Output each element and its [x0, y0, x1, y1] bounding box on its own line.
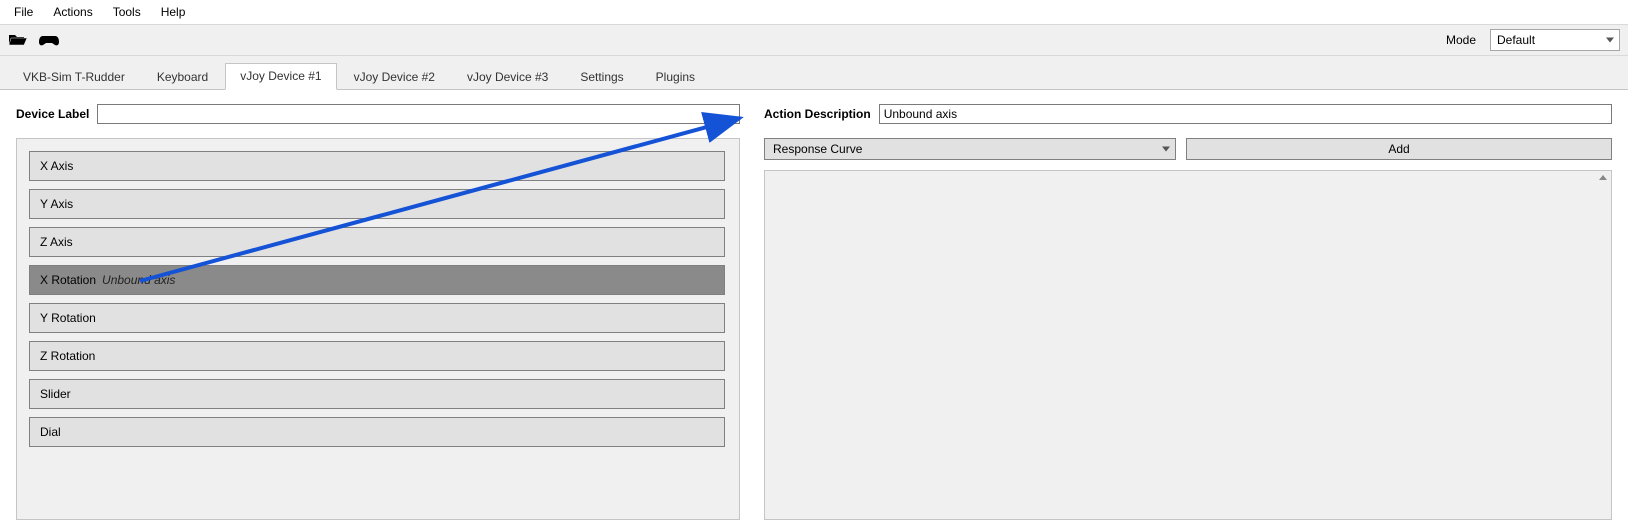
- axis-item-dial[interactable]: Dial: [29, 417, 725, 447]
- axis-item-z-axis[interactable]: Z Axis: [29, 227, 725, 257]
- menu-file[interactable]: File: [4, 2, 43, 22]
- menu-tools[interactable]: Tools: [103, 2, 151, 22]
- axis-item-x-rotation[interactable]: X Rotation Unbound axis: [29, 265, 725, 295]
- action-config-panel: [764, 170, 1612, 520]
- axis-name: X Rotation: [40, 273, 96, 287]
- axis-item-y-rotation[interactable]: Y Rotation: [29, 303, 725, 333]
- menu-actions[interactable]: Actions: [43, 2, 102, 22]
- axis-list-panel: X Axis Y Axis Z Axis X Rotation Unbound …: [16, 138, 740, 520]
- mode-label: Mode: [1446, 33, 1480, 47]
- tab-vkb-sim-t-rudder[interactable]: VKB-Sim T-Rudder: [8, 64, 140, 90]
- tab-vjoy-device-2[interactable]: vJoy Device #2: [339, 64, 450, 90]
- left-column: Device Label X Axis Y Axis Z Axis X Rota…: [16, 104, 740, 520]
- axis-name: Y Axis: [40, 197, 73, 211]
- axis-name: Z Rotation: [40, 349, 95, 363]
- axis-name: Z Axis: [40, 235, 73, 249]
- open-folder-icon[interactable]: [8, 32, 28, 48]
- add-button[interactable]: Add: [1186, 138, 1612, 160]
- tab-plugins[interactable]: Plugins: [641, 64, 710, 90]
- action-description-label: Action Description: [764, 107, 871, 121]
- axis-item-y-axis[interactable]: Y Axis: [29, 189, 725, 219]
- axis-item-slider[interactable]: Slider: [29, 379, 725, 409]
- scroll-up-icon[interactable]: [1599, 175, 1607, 180]
- axis-sub-label: Unbound axis: [102, 273, 175, 287]
- action-type-select[interactable]: Response Curve: [764, 138, 1176, 160]
- toolbar: Mode Default: [0, 24, 1628, 56]
- tab-settings[interactable]: Settings: [565, 64, 638, 90]
- axis-name: X Axis: [40, 159, 73, 173]
- gamepad-icon[interactable]: [38, 32, 60, 48]
- axis-name: Slider: [40, 387, 71, 401]
- mode-select[interactable]: Default: [1490, 29, 1620, 51]
- menu-help[interactable]: Help: [151, 2, 196, 22]
- tab-vjoy-device-1[interactable]: vJoy Device #1: [225, 63, 336, 90]
- content-area: Device Label X Axis Y Axis Z Axis X Rota…: [0, 90, 1628, 520]
- right-column: Action Description Response Curve Add: [764, 104, 1612, 520]
- tab-keyboard[interactable]: Keyboard: [142, 64, 223, 90]
- device-label-input[interactable]: [97, 104, 740, 124]
- menu-bar: File Actions Tools Help: [0, 0, 1628, 24]
- device-tabs: VKB-Sim T-Rudder Keyboard vJoy Device #1…: [0, 56, 1628, 90]
- tab-vjoy-device-3[interactable]: vJoy Device #3: [452, 64, 563, 90]
- action-description-input[interactable]: [879, 104, 1612, 124]
- axis-name: Y Rotation: [40, 311, 96, 325]
- device-label-text: Device Label: [16, 107, 89, 121]
- axis-item-z-rotation[interactable]: Z Rotation: [29, 341, 725, 371]
- axis-name: Dial: [40, 425, 61, 439]
- axis-item-x-axis[interactable]: X Axis: [29, 151, 725, 181]
